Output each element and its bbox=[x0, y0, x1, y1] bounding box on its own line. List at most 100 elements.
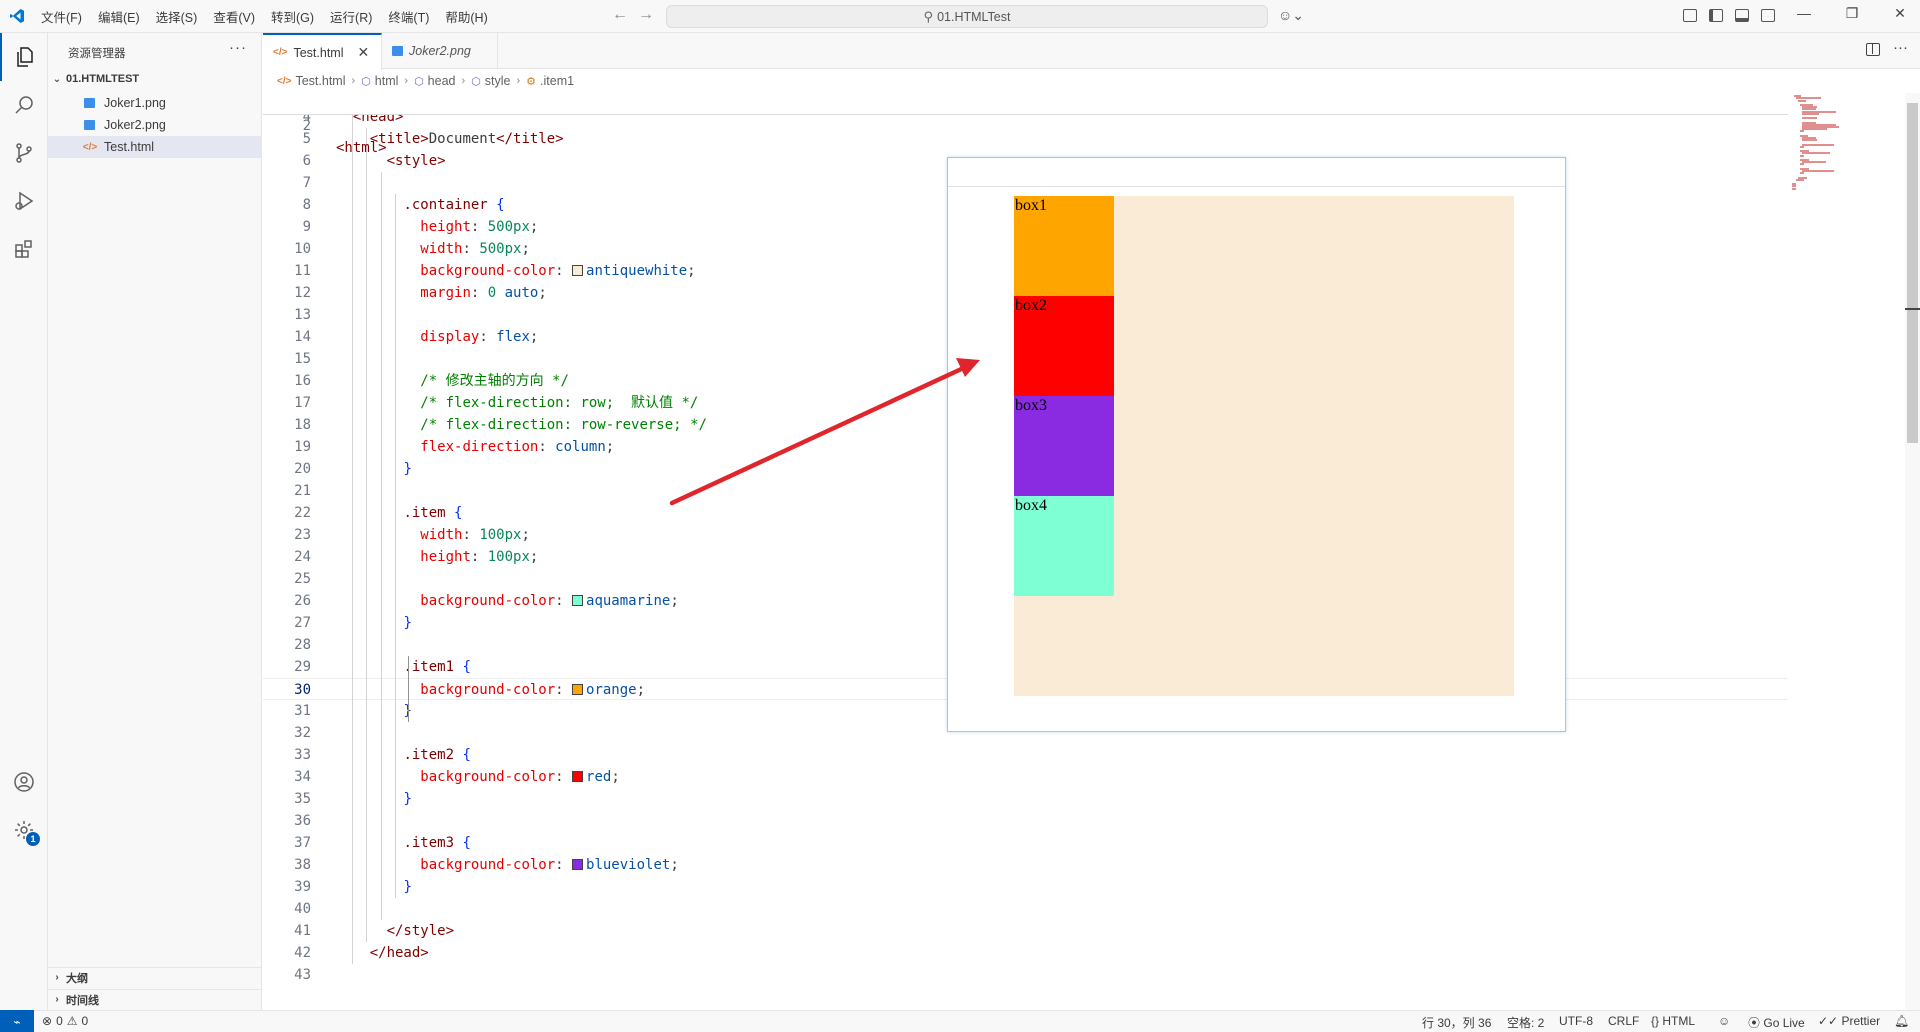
code-line[interactable]: 39 } bbox=[263, 876, 1788, 898]
line-ending[interactable]: CRLF bbox=[1608, 1014, 1639, 1028]
split-editor-icon[interactable] bbox=[1866, 43, 1880, 56]
close-window-icon[interactable]: ✕ bbox=[1880, 5, 1920, 22]
line-number: 22 bbox=[294, 505, 311, 521]
outline-section[interactable]: › 大纲 bbox=[48, 967, 262, 987]
language-label: HTML bbox=[1662, 1014, 1696, 1028]
file-label: Test.html bbox=[104, 140, 155, 154]
extensions-icon[interactable] bbox=[0, 225, 48, 273]
code-line[interactable]: 5 <title>Document</title> bbox=[263, 128, 1788, 150]
line-number: 9 bbox=[302, 219, 311, 235]
menu-item[interactable]: 帮助(H) bbox=[438, 4, 494, 29]
menu-item[interactable]: 转到(G) bbox=[264, 4, 321, 29]
accounts-icon[interactable] bbox=[0, 758, 48, 806]
html-file-icon: </> bbox=[277, 75, 292, 87]
search-text: 01.HTMLTest bbox=[937, 9, 1011, 24]
html-file-icon: </> bbox=[273, 47, 288, 58]
indent-guide bbox=[352, 106, 353, 964]
menu-item[interactable]: 选择(S) bbox=[149, 4, 205, 29]
sticky-scroll-line[interactable]: 2 <html> bbox=[263, 93, 1788, 156]
explorer-icon[interactable] bbox=[0, 33, 48, 81]
breadcrumb-item[interactable]: ⬡ head bbox=[414, 74, 455, 88]
copilot-status-icon[interactable]: ☺ bbox=[1718, 1014, 1730, 1028]
command-center-search[interactable]: ⚲ 01.HTMLTest bbox=[666, 5, 1268, 28]
language-mode[interactable]: {} HTML bbox=[1651, 1014, 1695, 1028]
go-live-button[interactable]: ⦿ Go Live bbox=[1748, 1014, 1805, 1031]
timeline-section[interactable]: › 时间线 bbox=[48, 989, 262, 1009]
breadcrumb-item[interactable]: ⚙ .item1 bbox=[526, 74, 574, 88]
line-number: 12 bbox=[294, 285, 311, 301]
line-number: 18 bbox=[294, 417, 311, 433]
toggle-panel-icon[interactable] bbox=[1735, 9, 1749, 22]
code-line[interactable]: 33 .item2 { bbox=[263, 744, 1788, 766]
line-text: flex-direction: column; bbox=[420, 439, 615, 455]
line-number: 30 bbox=[294, 682, 311, 698]
line-text: } bbox=[336, 700, 411, 722]
indent-guide bbox=[381, 172, 382, 920]
toggle-secondary-sidebar-icon[interactable] bbox=[1761, 9, 1775, 22]
search-icon[interactable] bbox=[0, 81, 48, 129]
file-item-joker2[interactable]: Joker2.png bbox=[48, 114, 262, 136]
code-line[interactable]: 34 background-color: red; bbox=[263, 766, 1788, 788]
tab-test-html[interactable]: </> Test.html ✕ bbox=[263, 33, 382, 70]
code-line[interactable]: 37 .item3 { bbox=[263, 832, 1788, 854]
forward-arrow-icon[interactable]: → bbox=[638, 6, 654, 24]
customize-layout-icon[interactable] bbox=[1683, 9, 1697, 22]
line-number: 10 bbox=[294, 241, 311, 257]
close-icon[interactable]: ✕ bbox=[357, 44, 369, 61]
menu-item[interactable]: 终端(T) bbox=[381, 4, 436, 29]
remote-indicator-icon[interactable]: ⌁ bbox=[0, 1010, 34, 1032]
back-arrow-icon[interactable]: ← bbox=[612, 6, 628, 24]
source-control-icon[interactable] bbox=[0, 129, 48, 177]
code-line[interactable]: 43 bbox=[263, 964, 1788, 986]
menu-item[interactable]: 文件(F) bbox=[34, 4, 89, 29]
code-line[interactable]: 35 } bbox=[263, 788, 1788, 810]
more-actions-icon[interactable]: ··· bbox=[229, 39, 247, 56]
copilot-icon[interactable]: ☺⌄ bbox=[1278, 7, 1304, 24]
folder-header[interactable]: ⌄ 01.HTMLTEST bbox=[48, 69, 262, 89]
code-line[interactable]: 40 bbox=[263, 898, 1788, 920]
problems-indicator[interactable]: ⊗ 0 ⚠ 0 bbox=[42, 1014, 88, 1028]
code-line[interactable]: 36 bbox=[263, 810, 1788, 832]
indentation[interactable]: 空格: 2 bbox=[1507, 1014, 1544, 1031]
minimap[interactable] bbox=[1788, 93, 1888, 1010]
notifications-bell-icon[interactable]: 🔔︎ bbox=[1894, 1014, 1909, 1028]
cursor-position[interactable]: 行 30，列 36 bbox=[1422, 1014, 1491, 1031]
breadcrumb-item[interactable]: ⬡ style bbox=[471, 74, 510, 88]
prettier-button[interactable]: ✓✓ Prettier bbox=[1818, 1014, 1880, 1028]
flex-container: box1 box2 box3 box4 bbox=[1014, 196, 1514, 696]
minimize-icon[interactable]: — bbox=[1784, 5, 1824, 21]
toggle-sidebar-icon[interactable] bbox=[1709, 9, 1723, 22]
breadcrumb-item[interactable]: ⬡ html bbox=[361, 74, 398, 88]
line-number: 27 bbox=[294, 615, 311, 631]
box-label: box3 bbox=[1015, 397, 1047, 414]
code-line[interactable]: 41 </style> bbox=[263, 920, 1788, 942]
browser-preview-window: box1 box2 box3 box4 bbox=[947, 157, 1566, 732]
menu-item[interactable]: 查看(V) bbox=[206, 4, 262, 29]
code-line[interactable]: 42 </head> bbox=[263, 942, 1788, 964]
file-item-test-html[interactable]: </> Test.html bbox=[48, 136, 262, 158]
menu-item[interactable]: 运行(R) bbox=[323, 4, 379, 29]
line-number: 32 bbox=[294, 725, 311, 741]
line-number: 38 bbox=[294, 857, 311, 873]
indent-guide bbox=[395, 194, 396, 898]
menu-item[interactable]: 编辑(E) bbox=[91, 4, 147, 29]
line-number: 23 bbox=[294, 527, 311, 543]
more-actions-icon[interactable]: ··· bbox=[1893, 39, 1908, 56]
minimap-line bbox=[1800, 145, 1804, 148]
code-line[interactable]: 38 background-color: blueviolet; bbox=[263, 854, 1788, 876]
line-number: 40 bbox=[294, 901, 311, 917]
scrollbar-thumb[interactable] bbox=[1907, 103, 1918, 443]
status-bar: ⌁ ⊗ 0 ⚠ 0 行 30，列 36 空格: 2 UTF-8 CRLF {} HT… bbox=[0, 1010, 1920, 1032]
run-debug-icon[interactable] bbox=[0, 177, 48, 225]
line-text: background-color: red; bbox=[420, 769, 620, 785]
tab-joker2-png[interactable]: Joker2.png bbox=[382, 33, 498, 69]
file-item-joker1[interactable]: Joker1.png bbox=[48, 92, 262, 114]
indent-guide bbox=[366, 128, 367, 942]
encoding[interactable]: UTF-8 bbox=[1559, 1014, 1593, 1028]
line-number: 14 bbox=[294, 329, 311, 345]
vertical-scrollbar[interactable] bbox=[1905, 93, 1920, 1010]
breadcrumb-item[interactable]: </> Test.html bbox=[263, 74, 345, 88]
restore-icon[interactable]: ❐ bbox=[1832, 5, 1872, 22]
line-number: 11 bbox=[294, 263, 311, 279]
manage-gear-icon[interactable]: 1 bbox=[0, 806, 48, 854]
